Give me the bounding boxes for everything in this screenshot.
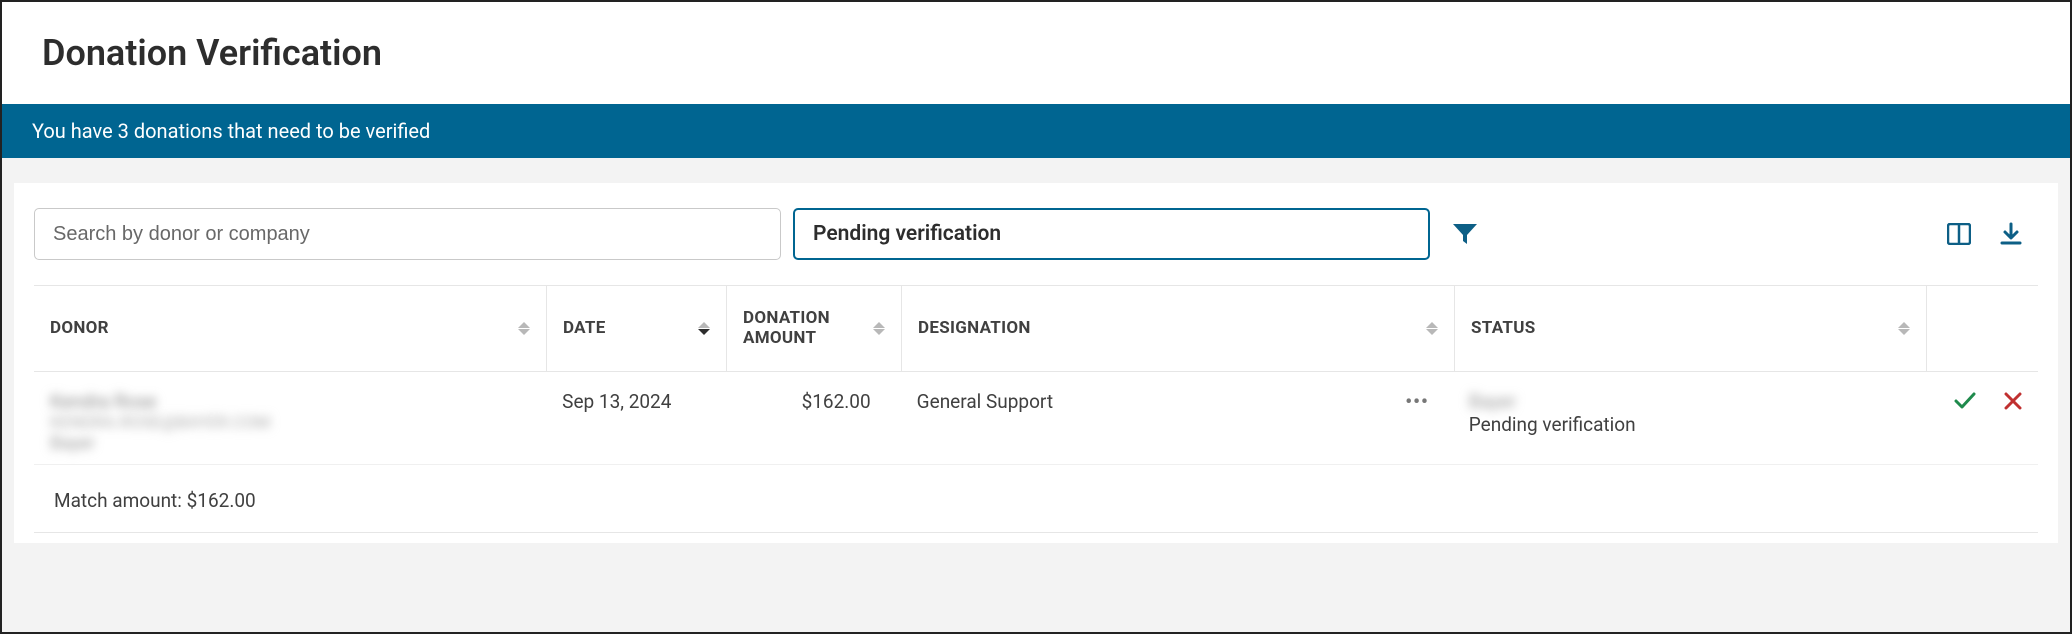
donor-email-redacted: KENDRA.ROSE@BAYER.COM <box>50 413 530 433</box>
sort-icon <box>698 322 710 335</box>
sort-icon <box>518 322 530 335</box>
toolbar: Pending verification <box>34 208 2038 260</box>
column-header-date[interactable]: DATE <box>547 286 727 371</box>
match-amount-row: Match amount: $162.00 <box>34 465 2038 533</box>
status-filter-select[interactable]: Pending verification <box>793 208 1430 260</box>
approve-button[interactable] <box>1954 392 1976 410</box>
banner-text: You have 3 donations that need to be ver… <box>32 119 430 143</box>
page-header: Donation Verification <box>2 2 2070 104</box>
designation-text: General Support <box>917 390 1053 413</box>
column-header-status[interactable]: STATUS <box>1455 286 1927 371</box>
sort-icon <box>873 322 885 335</box>
sort-icon <box>1898 322 1910 335</box>
main-content: Pending verification <box>14 183 2058 543</box>
search-input[interactable] <box>34 208 781 260</box>
table-header-row: DONOR DATE DONATION AMOUNT DESIGNATION S… <box>34 285 2038 372</box>
cell-donor: Kendra Rose KENDRA.ROSE@BAYER.COM Bayer <box>34 376 546 464</box>
cell-status: Bayer Pending verification <box>1453 376 1924 464</box>
pending-count-banner: You have 3 donations that need to be ver… <box>2 104 2070 158</box>
status-filter-value: Pending verification <box>813 222 1001 246</box>
check-icon <box>1954 392 1976 410</box>
match-amount-value: $162.00 <box>187 489 256 512</box>
column-header-actions <box>1927 286 2038 371</box>
status-text: Pending verification <box>1469 413 1908 436</box>
sort-icon <box>1426 322 1438 335</box>
cell-designation: General Support ••• <box>901 376 1453 464</box>
column-label: DATE <box>563 318 606 338</box>
table-row: Kendra Rose KENDRA.ROSE@BAYER.COM Bayer … <box>34 372 2038 465</box>
donor-company-redacted: Bayer <box>50 433 530 454</box>
cell-amount: $162.00 <box>726 376 901 464</box>
column-header-donor[interactable]: DONOR <box>34 286 547 371</box>
donor-name-redacted: Kendra Rose <box>50 390 530 413</box>
columns-icon <box>1947 223 1971 245</box>
match-amount-label: Match amount: <box>54 489 182 512</box>
column-label: STATUS <box>1471 318 1536 338</box>
page-title: Donation Verification <box>42 32 2030 74</box>
reject-button[interactable] <box>2004 392 2022 410</box>
column-header-amount[interactable]: DONATION AMOUNT <box>727 286 902 371</box>
status-company-redacted: Bayer <box>1469 390 1908 413</box>
columns-button[interactable] <box>1947 222 1971 246</box>
column-label: DESIGNATION <box>918 318 1031 338</box>
cell-actions <box>1924 376 2038 464</box>
column-header-designation[interactable]: DESIGNATION <box>902 286 1455 371</box>
column-label: DONATION AMOUNT <box>743 308 873 349</box>
filter-icon <box>1452 223 1478 245</box>
column-label: DONOR <box>50 318 109 338</box>
filter-button[interactable] <box>1452 223 1478 245</box>
row-more-button[interactable]: ••• <box>1405 390 1428 413</box>
x-icon <box>2004 392 2022 410</box>
toolbar-right <box>1947 222 2023 246</box>
cell-date: Sep 13, 2024 <box>546 376 726 464</box>
download-icon <box>1999 222 2023 246</box>
download-button[interactable] <box>1999 222 2023 246</box>
